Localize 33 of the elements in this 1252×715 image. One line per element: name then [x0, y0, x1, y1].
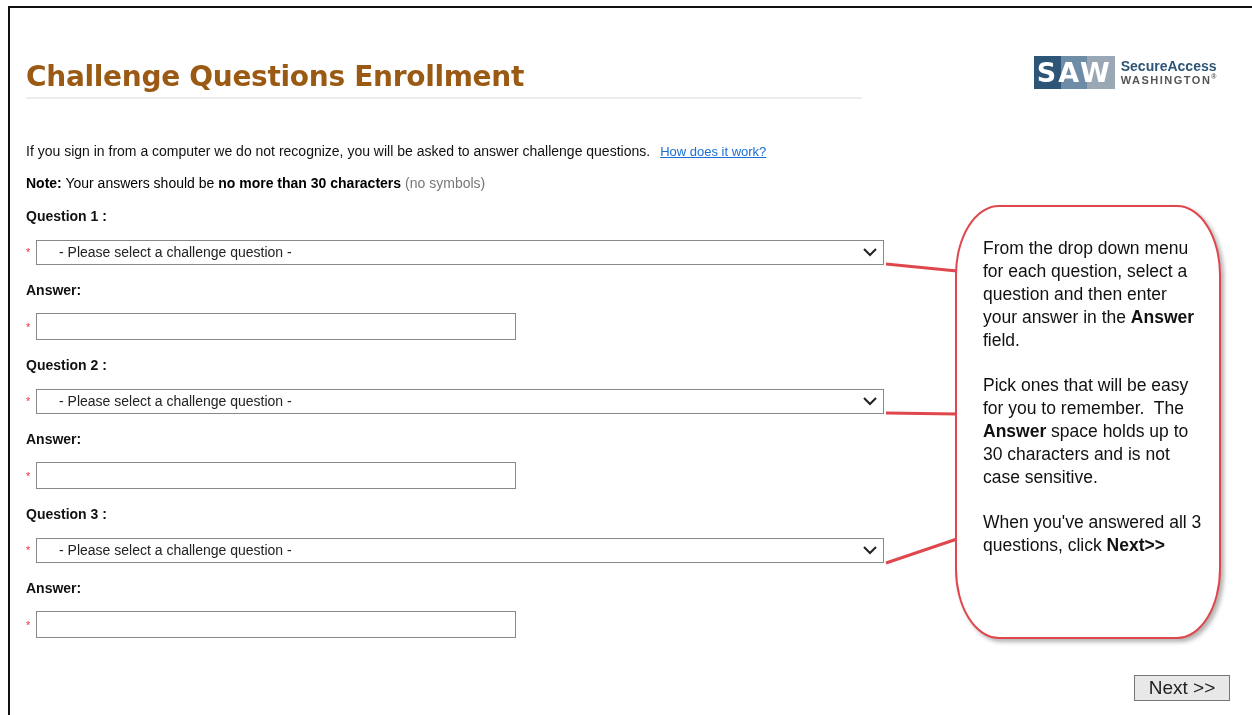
question-dropdown[interactable]: - Please select a challenge question -: [36, 239, 884, 265]
page-title: Challenge Questions Enrollment: [26, 52, 862, 99]
intro-text: If you sign in from a computer we do not recognize, you will be asked to answer challenge questions. How does it work?: [26, 143, 768, 159]
answer-label: Answer:: [26, 579, 82, 596]
question-dropdown[interactable]: - Please select a challenge question -: [36, 537, 884, 563]
required-mark: *: [26, 320, 32, 333]
required-mark: *: [26, 469, 32, 482]
callout-text: When you've answered all 3 questions, click Next>>: [983, 511, 1203, 557]
note-text: Note: Your answers should be no more than 30 characters: [26, 175, 402, 191]
logo-name: SecureAccess: [1120, 59, 1218, 74]
note-hint: (no symbols): [405, 175, 486, 191]
required-mark: *: [26, 246, 32, 258]
help-link[interactable]: How does it work?: [660, 144, 767, 159]
callout-text: From the drop down menu for each question, select a question and then enter your answer in the Answer field.: [983, 237, 1196, 352]
chevron-down-icon: [863, 396, 877, 406]
chevron-down-icon: [863, 247, 877, 257]
answer-field[interactable]: [36, 462, 516, 489]
required-mark: *: [26, 544, 32, 556]
logo-subtitle: WASHINGTON$^{®}$: [1120, 73, 1218, 86]
callout-text: Pick ones that will be easy for you to remember. The Answer space holds up to 30 characters and is not case sensitive.: [983, 374, 1190, 489]
logo-mark: SAW: [1033, 56, 1115, 89]
answer-field[interactable]: [36, 611, 516, 638]
required-mark: *: [26, 618, 32, 631]
question-label: Question 3 :: [26, 506, 107, 522]
answer-label: Answer:: [26, 281, 82, 298]
answer-field[interactable]: [36, 313, 516, 340]
next-button[interactable]: Next >>: [1134, 675, 1230, 701]
required-mark: *: [26, 395, 32, 407]
question-label: Question 1 :: [26, 208, 107, 224]
chevron-down-icon: [863, 545, 877, 555]
question-dropdown[interactable]: - Please select a challenge question -: [36, 388, 884, 414]
question-label: Question 2 :: [26, 357, 107, 373]
answer-label: Answer:: [26, 430, 82, 447]
